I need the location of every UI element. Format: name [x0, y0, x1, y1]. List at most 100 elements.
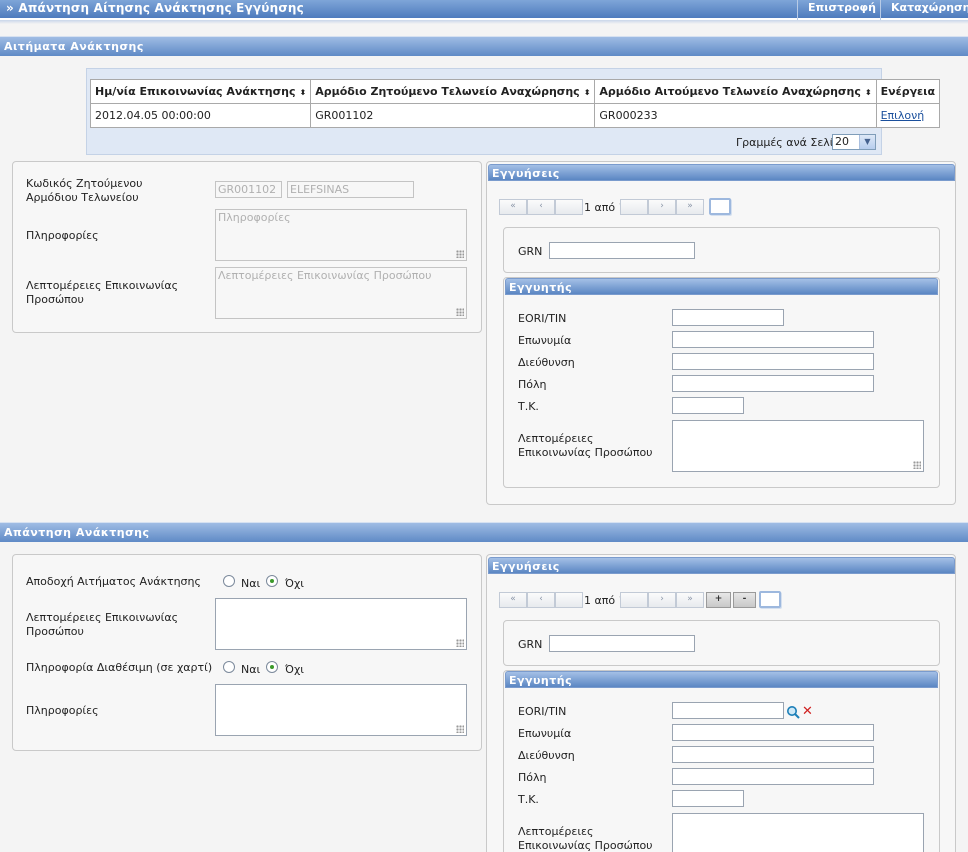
sort-icon: ⬍ — [299, 88, 307, 97]
table-cell: GR000233 — [594, 103, 877, 128]
accept-no-label: Όχι — [285, 577, 305, 590]
rows-per-page-label: Γραμμές ανά Σελίδα — [736, 136, 848, 149]
response-info-textarea[interactable] — [215, 684, 467, 736]
name-input[interactable] — [672, 331, 874, 348]
response-contact-label: Λεπτομέρειες Επικοινωνίας Προσώπου — [26, 611, 179, 638]
pager-last-button[interactable]: » — [676, 592, 704, 608]
top-header-shadow — [0, 20, 968, 24]
accept-yes-radio[interactable] — [223, 575, 235, 587]
guarantor-header-bottom: Εγγυητής — [505, 671, 938, 688]
accept-yes-label: Ναι — [241, 577, 261, 590]
grn-label: GRN — [518, 638, 543, 651]
pager-prev-button[interactable]: ‹ — [527, 199, 555, 215]
contact-details-label: Λεπτομέρειες Επικοινωνίας Προσώπου — [26, 279, 179, 306]
city-label: Πόλη — [518, 378, 547, 391]
column-header-requested-office[interactable]: Αρμόδιο Ζητούμενο Τελωνείο Αναχώρησης ⬍ — [310, 79, 596, 104]
eori-label: EORI/TIN — [518, 705, 567, 718]
accept-no-radio[interactable] — [266, 575, 278, 587]
postcode-label: Τ.Κ. — [518, 400, 539, 413]
column-header-action: Ενέργεια — [875, 79, 941, 104]
guarantees-title-top: Εγγυήσεις — [492, 167, 560, 180]
select-link[interactable]: Επιλονή — [881, 109, 925, 122]
guarantor-contact-textarea[interactable] — [672, 420, 924, 472]
address-input[interactable] — [672, 746, 874, 763]
pager-first-button[interactable]: « — [499, 592, 527, 608]
remove-guarantee-button[interactable]: - — [733, 592, 756, 608]
guarantees-header-bottom: Εγγυήσεις — [488, 557, 955, 574]
name-input[interactable] — [672, 724, 874, 741]
guarantor-title-bottom: Εγγυητής — [509, 674, 573, 687]
info-yes-radio[interactable] — [223, 661, 235, 673]
table-cell: Επιλονή — [875, 103, 941, 128]
sort-icon: ⬍ — [583, 88, 591, 97]
column-header-requesting-office[interactable]: Αρμόδιο Αιτούμενο Τελωνείο Αναχώρησης ⬍ — [594, 79, 877, 104]
submit-button[interactable]: Καταχώρηση — [880, 0, 968, 20]
office-code-field: GR001102 — [215, 181, 282, 198]
guarantor-header-top: Εγγυητής — [505, 278, 938, 295]
grn-input[interactable] — [549, 242, 695, 259]
guarantor-contact-label: Λεπτομέρειες Επικοινωνίας Προσώπου — [518, 432, 653, 459]
guarantor-title-top: Εγγυητής — [509, 281, 573, 294]
accept-request-label: Αποδοχή Αιτήματος Ανάκτησης — [26, 575, 201, 588]
contact-details-textarea: Λεπτομέρειες Επικοινωνίας Προσώπου — [215, 267, 467, 319]
guarantor-contact-label: Λεπτομέρειες Επικοινωνίας Προσώπου — [518, 825, 653, 852]
name-label: Επωνυμία — [518, 727, 572, 740]
table-row[interactable]: 2012.04.05 00:00:00 GR001102 GR000233 Επ… — [89, 103, 941, 128]
rows-per-page-select[interactable]: 20 ▼ — [832, 134, 876, 150]
window-icon[interactable] — [759, 591, 781, 608]
guarantees-header-top: Εγγυήσεις — [488, 164, 955, 181]
info-yes-label: Ναι — [241, 663, 261, 676]
eori-input[interactable] — [672, 702, 784, 719]
info-textarea: Πληροφορίες — [215, 209, 467, 261]
table-header-row: Ημ/νία Επικοινωνίας Ανάκτησης ⬍ Αρμόδιο Ζ… — [89, 79, 941, 104]
back-button[interactable]: Επιστροφή — [797, 0, 880, 20]
city-input[interactable] — [672, 768, 874, 785]
response-section-title: Απάντηση Ανάκτησης — [4, 526, 150, 539]
info-label: Πληροφορίες — [26, 229, 99, 242]
response-contact-textarea[interactable] — [215, 598, 467, 650]
pager-first-button[interactable]: « — [499, 199, 527, 215]
guarantees-title-bottom: Εγγυήσεις — [492, 560, 560, 573]
pager-next-button[interactable]: › — [648, 199, 676, 215]
add-guarantee-button[interactable]: + — [706, 592, 731, 608]
table-cell: 2012.04.05 00:00:00 — [89, 103, 312, 128]
chevron-down-icon: ▼ — [859, 135, 875, 149]
response-info-label: Πληροφορίες — [26, 704, 99, 717]
window-icon[interactable] — [709, 198, 731, 215]
pager-page-box — [620, 592, 648, 608]
requests-section-header: Αιτήματα Ανάκτησης — [0, 36, 968, 56]
page-title: » Απάντηση Αίτησης Ανάκτησης Εγγύησης — [6, 1, 304, 15]
sort-icon: ⬍ — [864, 88, 872, 97]
grn-input[interactable] — [549, 635, 695, 652]
eori-input[interactable] — [672, 309, 784, 326]
pager-last-button[interactable]: » — [676, 199, 704, 215]
pager-page-input[interactable] — [555, 592, 583, 608]
response-section-header: Απάντηση Ανάκτησης — [0, 522, 968, 542]
column-header-date[interactable]: Ημ/νία Επικοινωνίας Ανάκτησης ⬍ — [89, 79, 312, 104]
city-label: Πόλη — [518, 771, 547, 784]
office-name-field: ELEFSINAS — [287, 181, 414, 198]
office-code-label: Κωδικός Ζητούμενου Αρμόδιου Τελωνείου — [26, 177, 143, 204]
address-input[interactable] — [672, 353, 874, 370]
postcode-label: Τ.Κ. — [518, 793, 539, 806]
info-no-radio[interactable] — [266, 661, 278, 673]
name-label: Επωνυμία — [518, 334, 572, 347]
pager-prev-button[interactable]: ‹ — [527, 592, 555, 608]
city-input[interactable] — [672, 375, 874, 392]
eori-label: EORI/TIN — [518, 312, 567, 325]
requests-section-title: Αιτήματα Ανάκτησης — [4, 40, 144, 53]
pager-page-box — [620, 199, 648, 215]
grn-label: GRN — [518, 245, 543, 258]
pager-page-input[interactable] — [555, 199, 583, 215]
postcode-input[interactable] — [672, 790, 744, 807]
clear-icon[interactable]: ✕ — [802, 705, 813, 718]
search-icon[interactable] — [786, 705, 800, 719]
info-available-label: Πληροφορία Διαθέσιμη (σε χαρτί) — [26, 661, 213, 674]
address-label: Διεύθυνση — [518, 356, 575, 369]
guarantor-contact-textarea[interactable] — [672, 813, 924, 852]
postcode-input[interactable] — [672, 397, 744, 414]
pager-next-button[interactable]: › — [648, 592, 676, 608]
table-cell: GR001102 — [310, 103, 596, 128]
info-no-label: Όχι — [285, 663, 305, 676]
requests-table: Ημ/νία Επικοινωνίας Ανάκτησης ⬍ Αρμόδιο Ζ… — [89, 79, 941, 128]
